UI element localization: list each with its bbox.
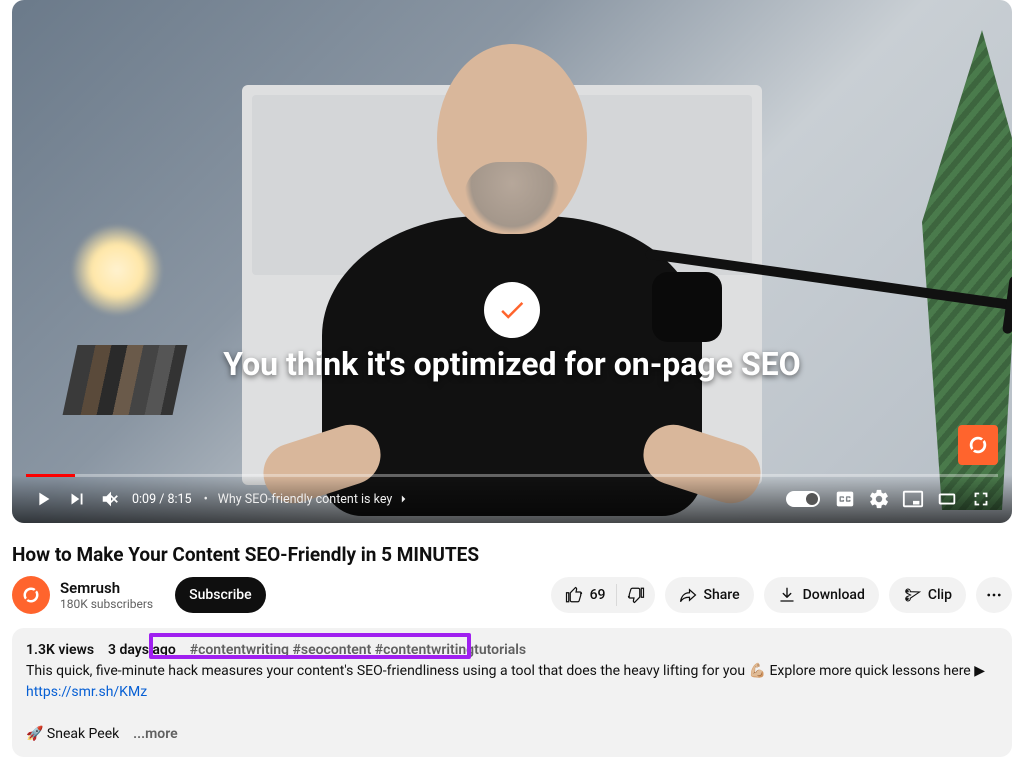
- brand-check-badge: [484, 282, 540, 338]
- thumbs-up-icon: [565, 586, 583, 604]
- mute-button[interactable]: [94, 482, 128, 516]
- thumbs-down-icon: [627, 586, 645, 604]
- video-frame: You think it's optimized for on-page SEO: [12, 0, 1012, 523]
- player-controls: 0:09 / 8:15 Why SEO-friendly content is …: [12, 475, 1012, 523]
- miniplayer-button[interactable]: [896, 482, 930, 516]
- settings-button[interactable]: [862, 482, 896, 516]
- clip-button[interactable]: Clip: [889, 577, 966, 613]
- upload-age: 3 days ago: [108, 642, 176, 658]
- description-line-1: This quick, five-minute hack measures yo…: [26, 663, 985, 700]
- ellipsis-icon: [985, 586, 1003, 604]
- channel-watermark[interactable]: [958, 425, 998, 465]
- channel-name[interactable]: Semrush: [60, 579, 153, 597]
- share-button[interactable]: Share: [665, 577, 754, 613]
- chapter-label[interactable]: Why SEO-friendly content is key: [198, 492, 411, 507]
- like-count: 69: [590, 587, 606, 603]
- download-icon: [778, 586, 796, 604]
- view-count: 1.3K views: [26, 642, 94, 658]
- subscriber-count: 180K subscribers: [60, 597, 153, 611]
- like-dislike-group: 69: [551, 577, 655, 613]
- description-box[interactable]: 1.3K views 3 days ago #contentwriting #s…: [12, 628, 1012, 757]
- description-link[interactable]: https://smr.sh/KMz: [26, 684, 147, 700]
- autoplay-toggle[interactable]: [786, 491, 820, 507]
- share-icon: [679, 586, 697, 604]
- subtitles-button[interactable]: [828, 482, 862, 516]
- video-title: How to Make Your Content SEO-Friendly in…: [12, 543, 1012, 566]
- next-button[interactable]: [60, 482, 94, 516]
- metadata-row: Semrush 180K subscribers Subscribe 69 Sh…: [12, 576, 1012, 614]
- more-actions-button[interactable]: [976, 577, 1012, 613]
- video-player[interactable]: You think it's optimized for on-page SEO…: [12, 0, 1012, 523]
- play-button[interactable]: [26, 482, 60, 516]
- show-more-button[interactable]: ...more: [133, 726, 177, 742]
- video-caption: You think it's optimized for on-page SEO: [152, 344, 872, 384]
- channel-avatar[interactable]: [12, 576, 50, 614]
- time-display: 0:09 / 8:15: [132, 492, 192, 507]
- scissors-icon: [903, 586, 921, 604]
- description-line-2: 🚀 Sneak Peek: [26, 726, 119, 742]
- like-button[interactable]: 69: [565, 586, 606, 604]
- hashtags[interactable]: #contentwriting #seocontent #contentwrit…: [190, 642, 526, 658]
- fullscreen-button[interactable]: [964, 482, 998, 516]
- subscribe-button[interactable]: Subscribe: [175, 577, 266, 613]
- dislike-button[interactable]: [627, 586, 645, 604]
- download-button[interactable]: Download: [764, 577, 879, 613]
- theater-button[interactable]: [930, 482, 964, 516]
